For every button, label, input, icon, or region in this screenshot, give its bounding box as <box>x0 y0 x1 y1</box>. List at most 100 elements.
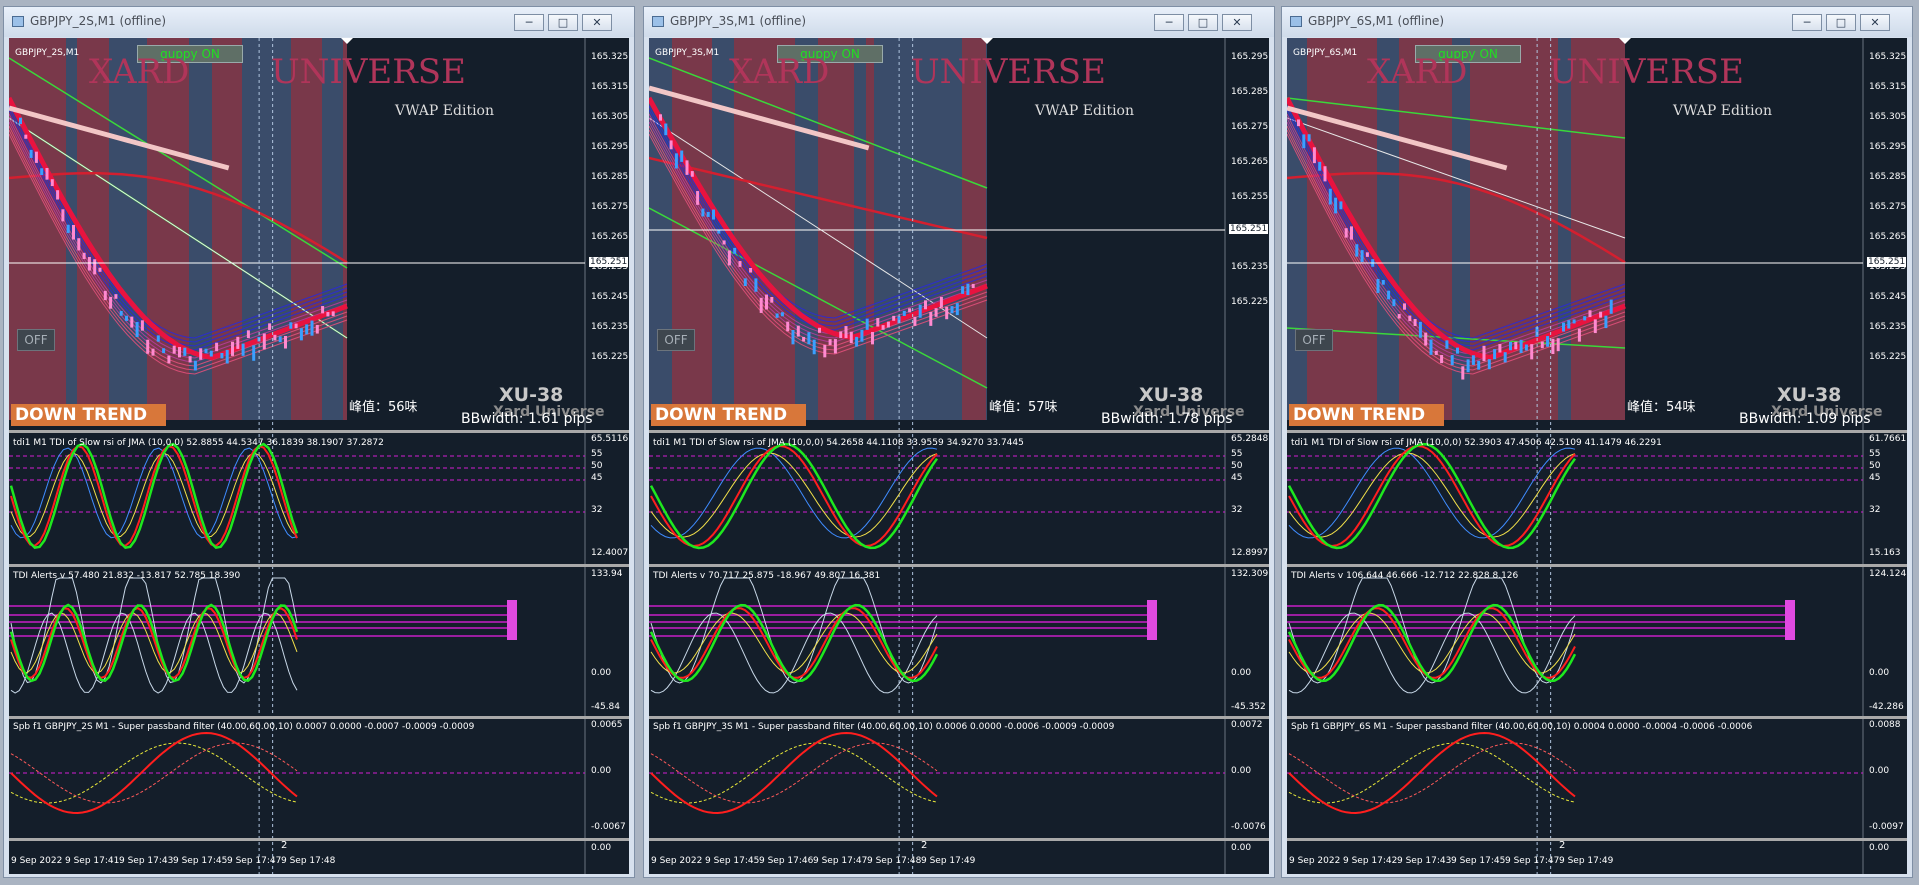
bbwidth-label: BBwidth: 1.78 pips <box>1101 411 1233 427</box>
spb-axis-bottom: -0.0076 <box>1231 822 1266 832</box>
session-band <box>874 38 884 420</box>
chart-area[interactable]: GBPJPY_3S,M1 guppy ON XARD UNIVERSE VWAP… <box>649 38 1269 874</box>
candle <box>82 252 86 260</box>
tdi-axis-top: 65.5116 <box>591 434 629 444</box>
candle <box>236 336 240 349</box>
tdi-signal-line <box>10 444 298 547</box>
candle <box>1514 341 1518 350</box>
close-button[interactable]: ✕ <box>582 14 612 31</box>
chart-window[interactable]: GBPJPY_2S,M1 (offline) ─ □ ✕ GBPJPY_2S,M… <box>3 6 635 878</box>
candle <box>162 348 166 354</box>
candle <box>908 308 912 313</box>
off-button[interactable]: OFF <box>657 329 695 351</box>
candle <box>199 348 203 360</box>
off-button[interactable]: OFF <box>17 329 55 351</box>
candle <box>664 123 668 136</box>
pane-separator[interactable] <box>649 716 1269 719</box>
time-axis-label: 9 Sep 2022 <box>1289 856 1341 866</box>
candle <box>706 211 710 217</box>
candle <box>284 335 287 349</box>
candle <box>289 322 293 329</box>
chart-window[interactable]: GBPJPY_3S,M1 (offline) ─ □ ✕ GBPJPY_3S,M… <box>643 6 1275 878</box>
candle <box>310 320 314 336</box>
chart-canvas[interactable] <box>649 38 1269 874</box>
candle <box>252 345 256 361</box>
alerts-axis-zero: 0.00 <box>1231 668 1252 678</box>
minimize-button[interactable]: ─ <box>514 14 544 31</box>
candle <box>934 308 938 317</box>
candle <box>1360 250 1364 262</box>
scroll-axis-value: 0.00 <box>591 843 612 853</box>
window-titlebar[interactable]: GBPJPY_2S,M1 (offline) ─ □ ✕ <box>4 7 634 37</box>
candle <box>876 318 880 327</box>
maximize-button[interactable]: □ <box>1188 14 1218 31</box>
candle <box>268 323 272 330</box>
candle <box>1297 119 1300 127</box>
tdi-rsi-line <box>1287 442 1577 550</box>
minimize-button[interactable]: ─ <box>1792 14 1822 31</box>
close-button[interactable]: ✕ <box>1222 14 1252 31</box>
candle <box>241 343 245 356</box>
price-axis-label: 165.305 <box>591 112 629 122</box>
time-axis-label: 9 Sep 2022 <box>11 856 63 866</box>
candle <box>961 286 965 294</box>
candle <box>839 331 843 339</box>
pane-separator[interactable] <box>1287 430 1907 433</box>
tdi-pane-label: tdi1 M1 TDI of Slow rsi of JMA (10,0,0) … <box>653 438 1024 448</box>
candle <box>72 224 75 240</box>
off-button[interactable]: OFF <box>1295 329 1333 351</box>
time-axis-label: 9 Sep 17:45 <box>173 856 228 866</box>
pane-separator[interactable] <box>1287 838 1907 841</box>
pane-separator[interactable] <box>1287 564 1907 567</box>
chart-canvas[interactable] <box>9 38 629 874</box>
candle <box>321 306 325 314</box>
time-axis-label: 9 Sep 17:42 <box>1343 856 1398 866</box>
chart-canvas[interactable] <box>1287 38 1907 874</box>
candle <box>924 300 927 310</box>
session-band <box>986 38 987 420</box>
pane-separator[interactable] <box>649 564 1269 567</box>
candle <box>209 350 213 357</box>
candle <box>193 360 197 371</box>
pane-separator[interactable] <box>9 430 629 433</box>
chart-window[interactable]: GBPJPY_6S,M1 (offline) ─ □ ✕ GBPJPY_6S,M… <box>1281 6 1913 878</box>
pane-separator[interactable] <box>649 430 1269 433</box>
candle <box>1365 252 1369 257</box>
candle <box>733 247 737 254</box>
alerts-pane-label: TDI Alerts v 106.644 46.666 -12.712 22.8… <box>1291 571 1519 581</box>
pane-separator[interactable] <box>9 838 629 841</box>
chart-area[interactable]: GBPJPY_2S,M1 guppy ON XARD UNIVERSE VWAP… <box>9 38 629 874</box>
time-axis-label: 9 Sep 17:47 <box>813 856 868 866</box>
minimize-button[interactable]: ─ <box>1154 14 1184 31</box>
candle <box>902 310 906 316</box>
candle <box>1450 355 1454 366</box>
session-band <box>902 38 930 420</box>
chart-window-icon <box>1290 16 1302 27</box>
chart-area[interactable]: GBPJPY_6S,M1 guppy ON XARD UNIVERSE VWAP… <box>1287 38 1907 874</box>
candle <box>125 315 128 321</box>
pane-separator[interactable] <box>1287 716 1907 719</box>
pane-separator[interactable] <box>9 564 629 567</box>
close-button[interactable]: ✕ <box>1860 14 1890 31</box>
candle <box>971 283 975 288</box>
trend-badge: DOWN TREND <box>11 404 166 426</box>
pane-separator[interactable] <box>649 838 1269 841</box>
maximize-button[interactable]: □ <box>1826 14 1856 31</box>
pane-separator[interactable] <box>9 716 629 719</box>
window-titlebar[interactable]: GBPJPY_3S,M1 (offline) ─ □ ✕ <box>644 7 1274 37</box>
candle <box>828 339 832 346</box>
candle <box>849 331 853 344</box>
alerts-band-line <box>650 612 938 694</box>
candle <box>1440 355 1444 364</box>
alerts-axis-top: 132.309 <box>1231 569 1269 579</box>
candle <box>945 306 949 320</box>
candle <box>130 316 134 328</box>
candle <box>45 167 49 180</box>
tdi-level-label: 45 <box>591 473 603 483</box>
window-titlebar[interactable]: GBPJPY_6S,M1 (offline) ─ □ ✕ <box>1282 7 1912 37</box>
price-axis-label: 165.295 <box>1869 142 1907 152</box>
session-band <box>962 38 986 420</box>
maximize-button[interactable]: □ <box>548 14 578 31</box>
session-band <box>35 38 66 420</box>
session-band <box>1516 38 1527 420</box>
